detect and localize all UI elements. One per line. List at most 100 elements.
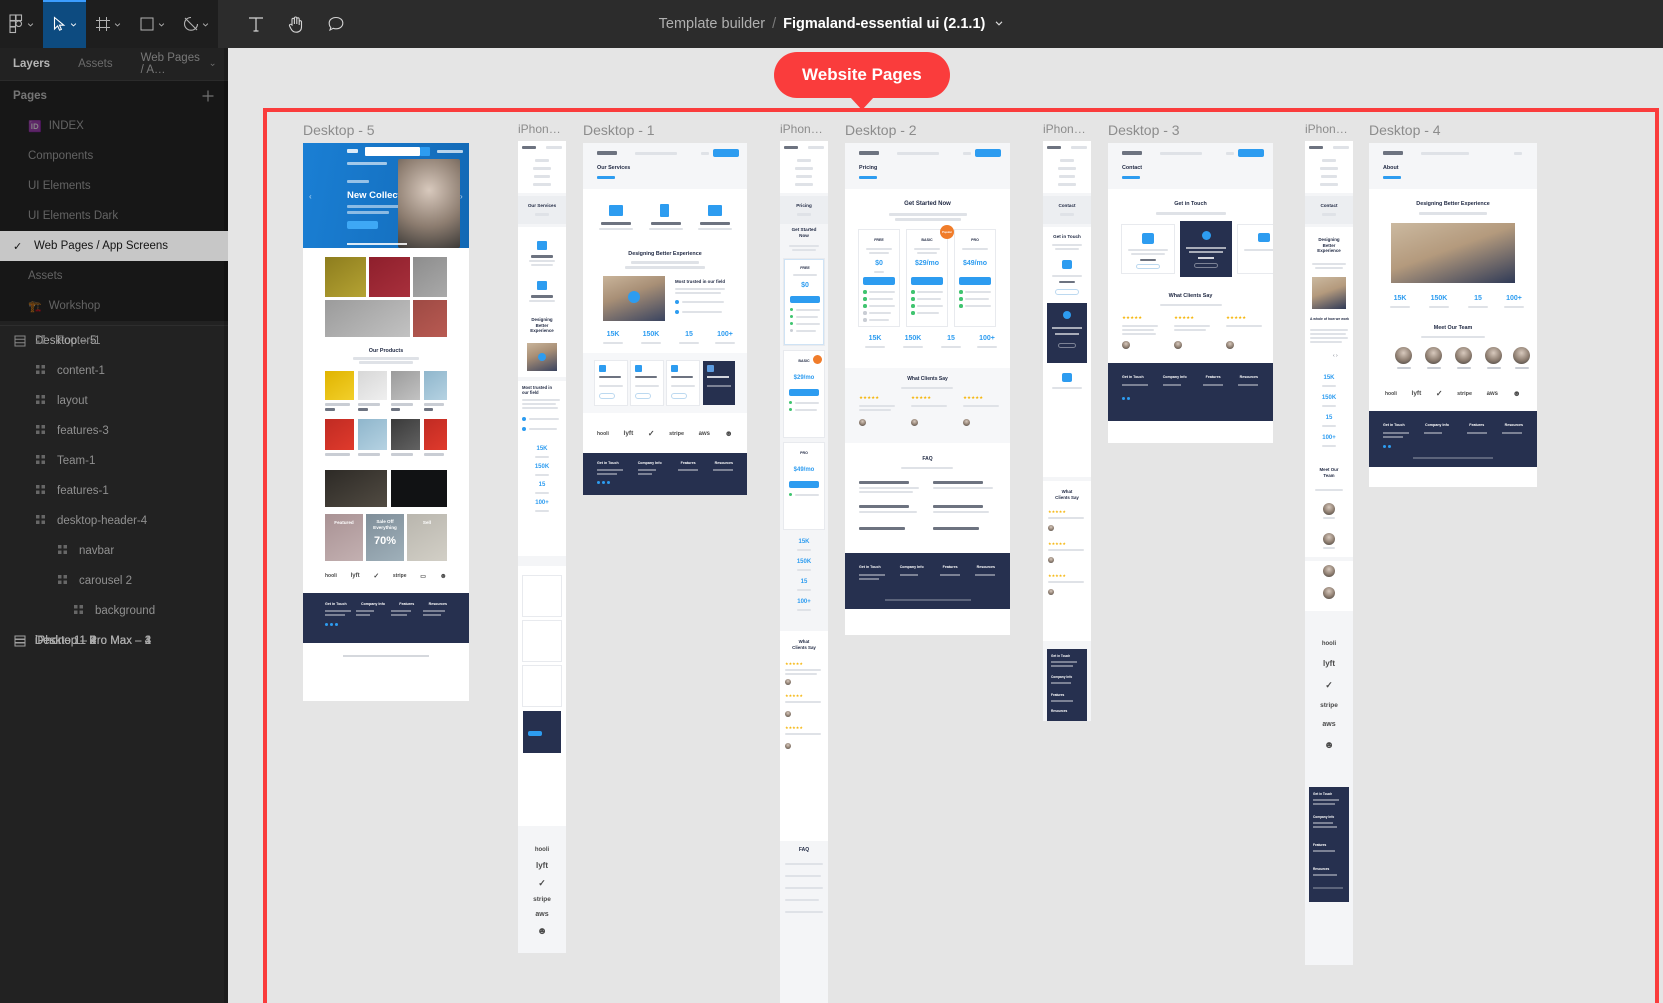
category-tile[interactable] bbox=[325, 300, 410, 337]
tab-layers[interactable]: Layers bbox=[13, 58, 50, 70]
pricing-card[interactable]: Popular BASIC $29/mo bbox=[907, 225, 954, 326]
social-icon[interactable] bbox=[1383, 445, 1386, 448]
promo-card[interactable]: Featured bbox=[325, 514, 363, 561]
plan-cta-button[interactable] bbox=[789, 481, 819, 488]
frame-label[interactable]: Desktop - 5 bbox=[303, 122, 469, 138]
nav-item[interactable] bbox=[797, 159, 811, 162]
social-icon[interactable] bbox=[335, 623, 338, 626]
frame-desktop-3[interactable]: Desktop - 3 Contact Get in Touch What Cl… bbox=[1108, 122, 1273, 443]
text-tool-icon[interactable] bbox=[236, 0, 276, 48]
promo-card[interactable]: Sell bbox=[407, 514, 447, 561]
nav-item[interactable] bbox=[1320, 183, 1338, 186]
nav-extra[interactable] bbox=[701, 152, 709, 155]
frame-label[interactable]: Desktop - 4 bbox=[1369, 122, 1537, 138]
hero-cta-button[interactable] bbox=[347, 221, 378, 229]
product-image[interactable] bbox=[358, 419, 387, 450]
frame-content[interactable]: Contact Designing Better Experience A whol… bbox=[1305, 141, 1353, 965]
page-item-web-pages-app-screens[interactable]: ✓ Web Pages / App Screens bbox=[0, 231, 228, 261]
header-cta-button[interactable] bbox=[975, 149, 1001, 157]
layer-item-desktop-1[interactable]: Desktop – 1 bbox=[0, 626, 96, 656]
page-item-index[interactable]: 🆔 INDEX bbox=[0, 111, 228, 141]
feature-card[interactable] bbox=[523, 621, 561, 661]
plan-cta-button[interactable] bbox=[911, 277, 943, 285]
page-item-ui-elements[interactable]: UI Elements bbox=[0, 171, 228, 201]
nav-item[interactable] bbox=[535, 159, 549, 162]
social-icon[interactable] bbox=[597, 481, 600, 484]
frame-iphone-3[interactable]: iPhone… Contact Get in Touch What Client… bbox=[1043, 122, 1091, 721]
nav-item[interactable] bbox=[1060, 159, 1074, 162]
carousel-next-arrow[interactable]: › bbox=[460, 192, 463, 201]
nav-item[interactable] bbox=[795, 167, 813, 170]
card-cta[interactable] bbox=[671, 393, 687, 399]
nav-icons[interactable] bbox=[1071, 146, 1087, 149]
product-image[interactable] bbox=[325, 419, 354, 450]
pricing-card[interactable]: FREE $0 bbox=[784, 259, 824, 345]
nav-item[interactable] bbox=[533, 167, 551, 170]
shape-tool-icon[interactable] bbox=[130, 0, 174, 48]
pricing-card[interactable]: PRO $49/mo bbox=[955, 230, 995, 326]
figma-menu-icon[interactable] bbox=[0, 0, 43, 48]
frame-label[interactable]: Desktop - 2 bbox=[845, 122, 1010, 138]
frame-content[interactable]: Pricing Get Started Now FREE $0 Popular … bbox=[845, 143, 1010, 635]
nav-links[interactable] bbox=[1421, 152, 1469, 155]
product-image[interactable] bbox=[424, 419, 447, 450]
frame-label[interactable]: iPhone… bbox=[1043, 122, 1091, 136]
nav-links[interactable] bbox=[635, 152, 677, 155]
feature-card[interactable] bbox=[523, 666, 561, 706]
faq-question[interactable] bbox=[859, 481, 909, 484]
frame-label[interactable]: Desktop - 3 bbox=[1108, 122, 1273, 138]
category-tile[interactable] bbox=[413, 257, 447, 297]
page-item-ui-elements-dark[interactable]: UI Elements Dark bbox=[0, 201, 228, 231]
frame-content[interactable]: Contact Get in Touch What Clients Say ★★… bbox=[1043, 141, 1091, 721]
nav-icons[interactable] bbox=[1333, 146, 1349, 149]
layer-item-features-1[interactable]: features-1 bbox=[0, 476, 228, 506]
sidebar-scrollbar[interactable] bbox=[224, 48, 228, 1003]
hand-tool-icon[interactable] bbox=[276, 0, 316, 48]
layer-item-carousel-2[interactable]: carousel 2 bbox=[0, 566, 228, 596]
nav-item[interactable] bbox=[1058, 183, 1076, 186]
contact-cta[interactable] bbox=[1058, 343, 1076, 348]
card-cta[interactable] bbox=[635, 393, 651, 399]
social-icon[interactable] bbox=[602, 481, 605, 484]
social-icon[interactable] bbox=[325, 623, 328, 626]
move-tool-icon[interactable] bbox=[43, 0, 86, 48]
contact-card[interactable] bbox=[1122, 225, 1174, 273]
nav-item[interactable] bbox=[534, 175, 550, 178]
social-icon[interactable] bbox=[1127, 397, 1130, 400]
nav-icons[interactable] bbox=[546, 146, 562, 149]
layer-item-features-3[interactable]: features-3 bbox=[0, 416, 228, 446]
feature-card[interactable] bbox=[667, 361, 699, 405]
plan-cta-button[interactable] bbox=[863, 277, 895, 285]
nav-links[interactable] bbox=[897, 152, 939, 155]
social-icon[interactable] bbox=[607, 481, 610, 484]
frame-label[interactable]: iPhone… bbox=[1305, 122, 1353, 136]
faq-question[interactable] bbox=[933, 481, 983, 484]
layer-item-background[interactable]: background bbox=[0, 596, 228, 626]
layer-item-desktop-header-4[interactable]: desktop-header-4 bbox=[0, 506, 228, 536]
nav-extra[interactable] bbox=[963, 152, 971, 155]
tab-assets[interactable]: Assets bbox=[78, 58, 113, 70]
nav-item[interactable] bbox=[1322, 159, 1336, 162]
contact-cta[interactable] bbox=[1055, 289, 1079, 295]
plan-cta-button[interactable] bbox=[959, 277, 991, 285]
nav-right[interactable] bbox=[437, 150, 463, 153]
social-icon[interactable] bbox=[1388, 445, 1391, 448]
layer-item-content-1[interactable]: content-1 bbox=[0, 356, 228, 386]
pricing-card[interactable]: FREE $0 bbox=[859, 230, 899, 326]
pen-tool-icon[interactable] bbox=[174, 0, 218, 48]
faq-question[interactable] bbox=[859, 527, 905, 530]
nav-links[interactable] bbox=[1160, 152, 1202, 155]
nav-extra[interactable] bbox=[1226, 152, 1234, 155]
category-tile[interactable] bbox=[325, 257, 366, 297]
nav-item[interactable] bbox=[1058, 167, 1076, 170]
nav-item[interactable] bbox=[1320, 167, 1338, 170]
faq-question[interactable] bbox=[933, 505, 983, 508]
chevron-down-icon[interactable] bbox=[994, 15, 1004, 33]
play-button[interactable] bbox=[538, 353, 546, 361]
social-icon[interactable] bbox=[1122, 397, 1125, 400]
frame-iphone-4[interactable]: iPhone… Contact Designing Better Experienc… bbox=[1305, 122, 1353, 965]
contact-cta[interactable] bbox=[1194, 263, 1218, 268]
product-image[interactable] bbox=[358, 371, 387, 400]
product-image[interactable] bbox=[424, 371, 447, 400]
product-image[interactable] bbox=[391, 371, 420, 400]
